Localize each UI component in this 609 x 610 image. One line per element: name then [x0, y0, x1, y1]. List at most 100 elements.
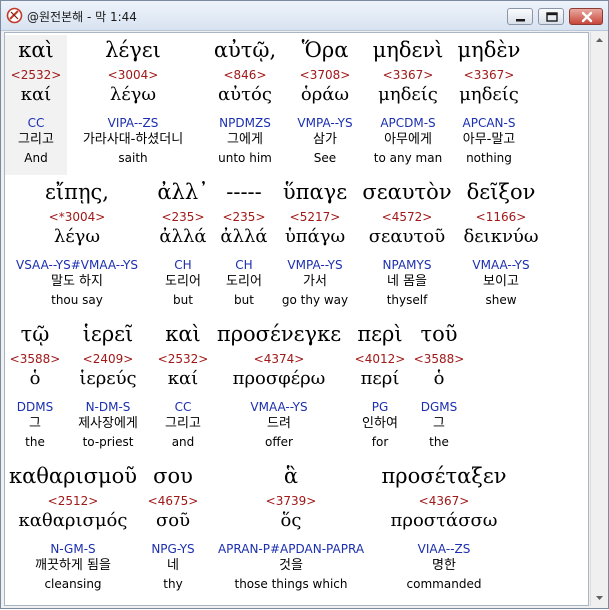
minimize-icon: [516, 19, 525, 22]
scroll-up-button[interactable]: [591, 32, 608, 49]
greek-word: σου: [153, 464, 193, 488]
strong-number[interactable]: <3708>: [289, 68, 361, 82]
greek-word: τοῦ: [420, 322, 458, 346]
strong-number[interactable]: <3588>: [7, 352, 63, 366]
greek-word: μηδενὶ: [372, 38, 444, 62]
parsing-code: VIPA--ZS: [107, 116, 159, 130]
strong-number[interactable]: <*3004>: [7, 210, 147, 224]
arrow-up-icon: [596, 38, 603, 42]
word-column[interactable]: μηδὲν <3367> μηδείς APCAN-S 아무-말고 nothin…: [453, 35, 525, 175]
word-column[interactable]: ἱερεῖ <2409> ἱερεύς N-DM-S 제사장에게 to-prie…: [65, 319, 151, 459]
strong-number[interactable]: <846>: [205, 68, 285, 82]
strong-number[interactable]: <4012>: [351, 352, 409, 366]
korean-gloss: 아무에게: [384, 132, 432, 147]
strong-number[interactable]: <235>: [215, 210, 273, 224]
word-column[interactable]: τοῦ <3588> ὁ DGMS 그 the: [413, 319, 465, 459]
minimize-button[interactable]: [507, 8, 533, 25]
lemma: ὁ: [433, 368, 445, 389]
korean-gloss: 말도 하지: [51, 274, 103, 289]
korean-gloss: 것을: [279, 558, 303, 573]
word-column[interactable]: καὶ <2532> καί CC 그리고 And: [5, 35, 67, 175]
parsing-code: PG: [371, 400, 389, 414]
scroll-down-button[interactable]: [591, 589, 608, 606]
parsing-code: VSAA--YS#VMAA--YS: [15, 258, 138, 272]
strong-number[interactable]: <3367>: [367, 68, 449, 82]
word-column[interactable]: προσέταξεν <4367> προστάσσω VIAA--ZS 명한 …: [379, 461, 509, 601]
parsing-code: DDMS: [16, 400, 54, 414]
strong-number[interactable]: <5217>: [275, 210, 355, 224]
lemma: καί: [167, 368, 199, 389]
strong-number[interactable]: <2532>: [5, 68, 67, 82]
verse-row: τῷ <3588> ὁ DDMS 그 the ἱερεῖ <2409> ἱερε…: [5, 319, 588, 459]
verse-row: καθαρισμοῦ <2512> καθαρισμός N-GM-S 깨끗하게…: [5, 461, 588, 601]
maximize-button[interactable]: [538, 8, 564, 25]
strong-number[interactable]: <4374>: [215, 352, 343, 366]
strong-number[interactable]: <2409>: [65, 352, 151, 366]
word-column[interactable]: λέγει <3004> λέγω VIPA--ZS 가라사대-하셨더니 sai…: [68, 35, 198, 175]
word-column[interactable]: αὐτῷ, <846> αὐτός NPDMZS 그에게 unto him: [205, 35, 285, 175]
strong-number[interactable]: <4572>: [359, 210, 455, 224]
strong-number[interactable]: <1166>: [459, 210, 543, 224]
word-column[interactable]: ἃ <3739> ὅς APRAN-P#APDAN-PAPRA 것을 those…: [207, 461, 375, 601]
parsing-code: N-GM-S: [50, 542, 96, 556]
greek-word: εἴπῃς,: [45, 180, 109, 204]
english-gloss: thyself: [386, 293, 428, 307]
parsing-code: VIAA--ZS: [417, 542, 471, 556]
greek-word: καθαρισμοῦ: [8, 464, 138, 488]
english-gloss: to-priest: [82, 435, 134, 449]
lemma: ὑπάγω: [284, 226, 346, 247]
word-column[interactable]: σεαυτὸν <4572> σεαυτοῦ NPAMYS 네 몸을 thyse…: [359, 177, 455, 317]
word-column[interactable]: καὶ <2532> καί CC 그리고 and: [155, 319, 211, 459]
lemma: καθαρισμός: [18, 510, 128, 531]
strong-number[interactable]: <3367>: [453, 68, 525, 82]
parsing-code: VMPA--YS: [287, 258, 343, 272]
interlinear-view[interactable]: καὶ <2532> καί CC 그리고 And λέγει <3004> λ…: [4, 32, 589, 606]
word-column[interactable]: σου <4675> σοῦ NPG-YS 네 thy: [143, 461, 203, 601]
english-gloss: go thy way: [281, 293, 349, 307]
strong-number[interactable]: <3739>: [207, 494, 375, 508]
strong-number[interactable]: <3588>: [413, 352, 465, 366]
korean-gloss: 그: [29, 416, 41, 431]
greek-word: περὶ: [357, 322, 403, 346]
word-column[interactable]: τῷ <3588> ὁ DDMS 그 the: [7, 319, 63, 459]
maximize-icon: [546, 12, 558, 22]
word-column[interactable]: ἀλλ᾽ <235> ἀλλά CH 도리어 but: [153, 177, 213, 317]
strong-number[interactable]: <3004>: [68, 68, 198, 82]
word-column[interactable]: δεῖξον <1166> δεικνύω VMAA--YS 보이고 shew: [459, 177, 543, 317]
word-column[interactable]: προσένεγκε <4374> προσφέρω VMAA--YS 드려 o…: [215, 319, 343, 459]
korean-gloss: 네: [167, 558, 179, 573]
parsing-code: N-DM-S: [85, 400, 131, 414]
lemma: ὅς: [280, 510, 302, 531]
strong-number[interactable]: <4675>: [143, 494, 203, 508]
parsing-code: CH: [174, 258, 192, 272]
english-gloss: See: [313, 151, 337, 165]
arrow-down-icon: [596, 596, 603, 600]
close-button[interactable]: [569, 8, 603, 25]
title-bar[interactable]: @원전본해 - 막 1:44: [1, 1, 608, 31]
parsing-code: VMAA--YS: [472, 258, 530, 272]
english-gloss: but: [173, 293, 193, 307]
greek-word: ἱερεῖ: [82, 322, 134, 346]
word-column[interactable]: καθαρισμοῦ <2512> καθαρισμός N-GM-S 깨끗하게…: [7, 461, 139, 601]
word-column[interactable]: Ὅρα <3708> ὁράω VMPA--YS 삼가 See: [289, 35, 361, 175]
greek-word: τῷ: [20, 322, 50, 346]
word-column[interactable]: περὶ <4012> περί PG 인하여 for: [351, 319, 409, 459]
strong-number[interactable]: <4367>: [379, 494, 509, 508]
word-column[interactable]: μηδενὶ <3367> μηδείς APCDM-S 아무에게 to any…: [367, 35, 449, 175]
strong-number[interactable]: <2512>: [7, 494, 139, 508]
greek-word: λέγει: [105, 38, 161, 62]
strong-number[interactable]: <2532>: [155, 352, 211, 366]
word-column[interactable]: εἴπῃς, <*3004> λέγω VSAA--YS#VMAA--YS 말도…: [7, 177, 147, 317]
vertical-scrollbar[interactable]: [590, 32, 607, 606]
word-column[interactable]: ὕπαγε <5217> ὑπάγω VMPA--YS 가서 go thy wa…: [275, 177, 355, 317]
strong-number[interactable]: <235>: [153, 210, 213, 224]
lemma: μηδείς: [459, 84, 519, 105]
greek-word: προσένεγκε: [216, 322, 342, 346]
greek-word: ὕπαγε: [282, 180, 348, 204]
lemma: ὁράω: [300, 84, 350, 105]
parsing-code: NPDMZS: [219, 116, 271, 130]
greek-word: ἃ: [283, 464, 299, 488]
word-column[interactable]: ----- <235> ἀλλά CH 도리어 but: [215, 177, 273, 317]
window-title: @원전본해 - 막 1:44: [27, 10, 137, 24]
parsing-code: CC: [27, 116, 45, 130]
